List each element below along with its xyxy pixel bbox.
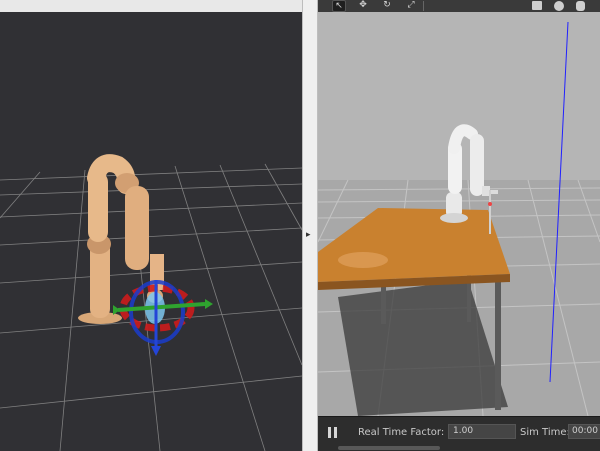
real-time-factor-field: 1.00 xyxy=(448,424,516,439)
collapse-arrow-icon[interactable]: ▸ xyxy=(306,230,311,240)
select-tool-icon[interactable]: ↖ xyxy=(332,0,346,12)
rviz-scene xyxy=(0,12,302,451)
box-shape-icon[interactable] xyxy=(532,1,542,10)
gazebo-3d-scene[interactable] xyxy=(318,12,600,416)
pause-button[interactable] xyxy=(326,426,340,440)
toolbar-separator xyxy=(423,1,424,11)
real-time-factor-label: Real Time Factor: xyxy=(358,427,445,438)
sim-time-field: 00:00 xyxy=(568,424,600,439)
gazebo-bottom-bar: Real Time Factor: 1.00 Sim Time: 00:00 xyxy=(318,416,600,451)
rviz-3d-viewport[interactable] xyxy=(0,0,302,451)
sim-time-label: Sim Time: xyxy=(520,427,570,438)
cylinder-shape-icon[interactable] xyxy=(576,1,585,11)
horizontal-scrollbar[interactable] xyxy=(338,446,440,450)
rotate-tool-icon[interactable]: ↻ xyxy=(380,0,394,12)
panel-splitter[interactable]: ▸ xyxy=(302,0,318,451)
gazebo-window: ↖ ✥ ↻ ⤢ Real Time Factor: 1.00 Sim Time:… xyxy=(318,0,600,451)
translate-tool-icon[interactable]: ✥ xyxy=(356,0,370,12)
sphere-shape-icon[interactable] xyxy=(554,1,564,11)
scale-tool-icon[interactable]: ⤢ xyxy=(404,0,418,12)
